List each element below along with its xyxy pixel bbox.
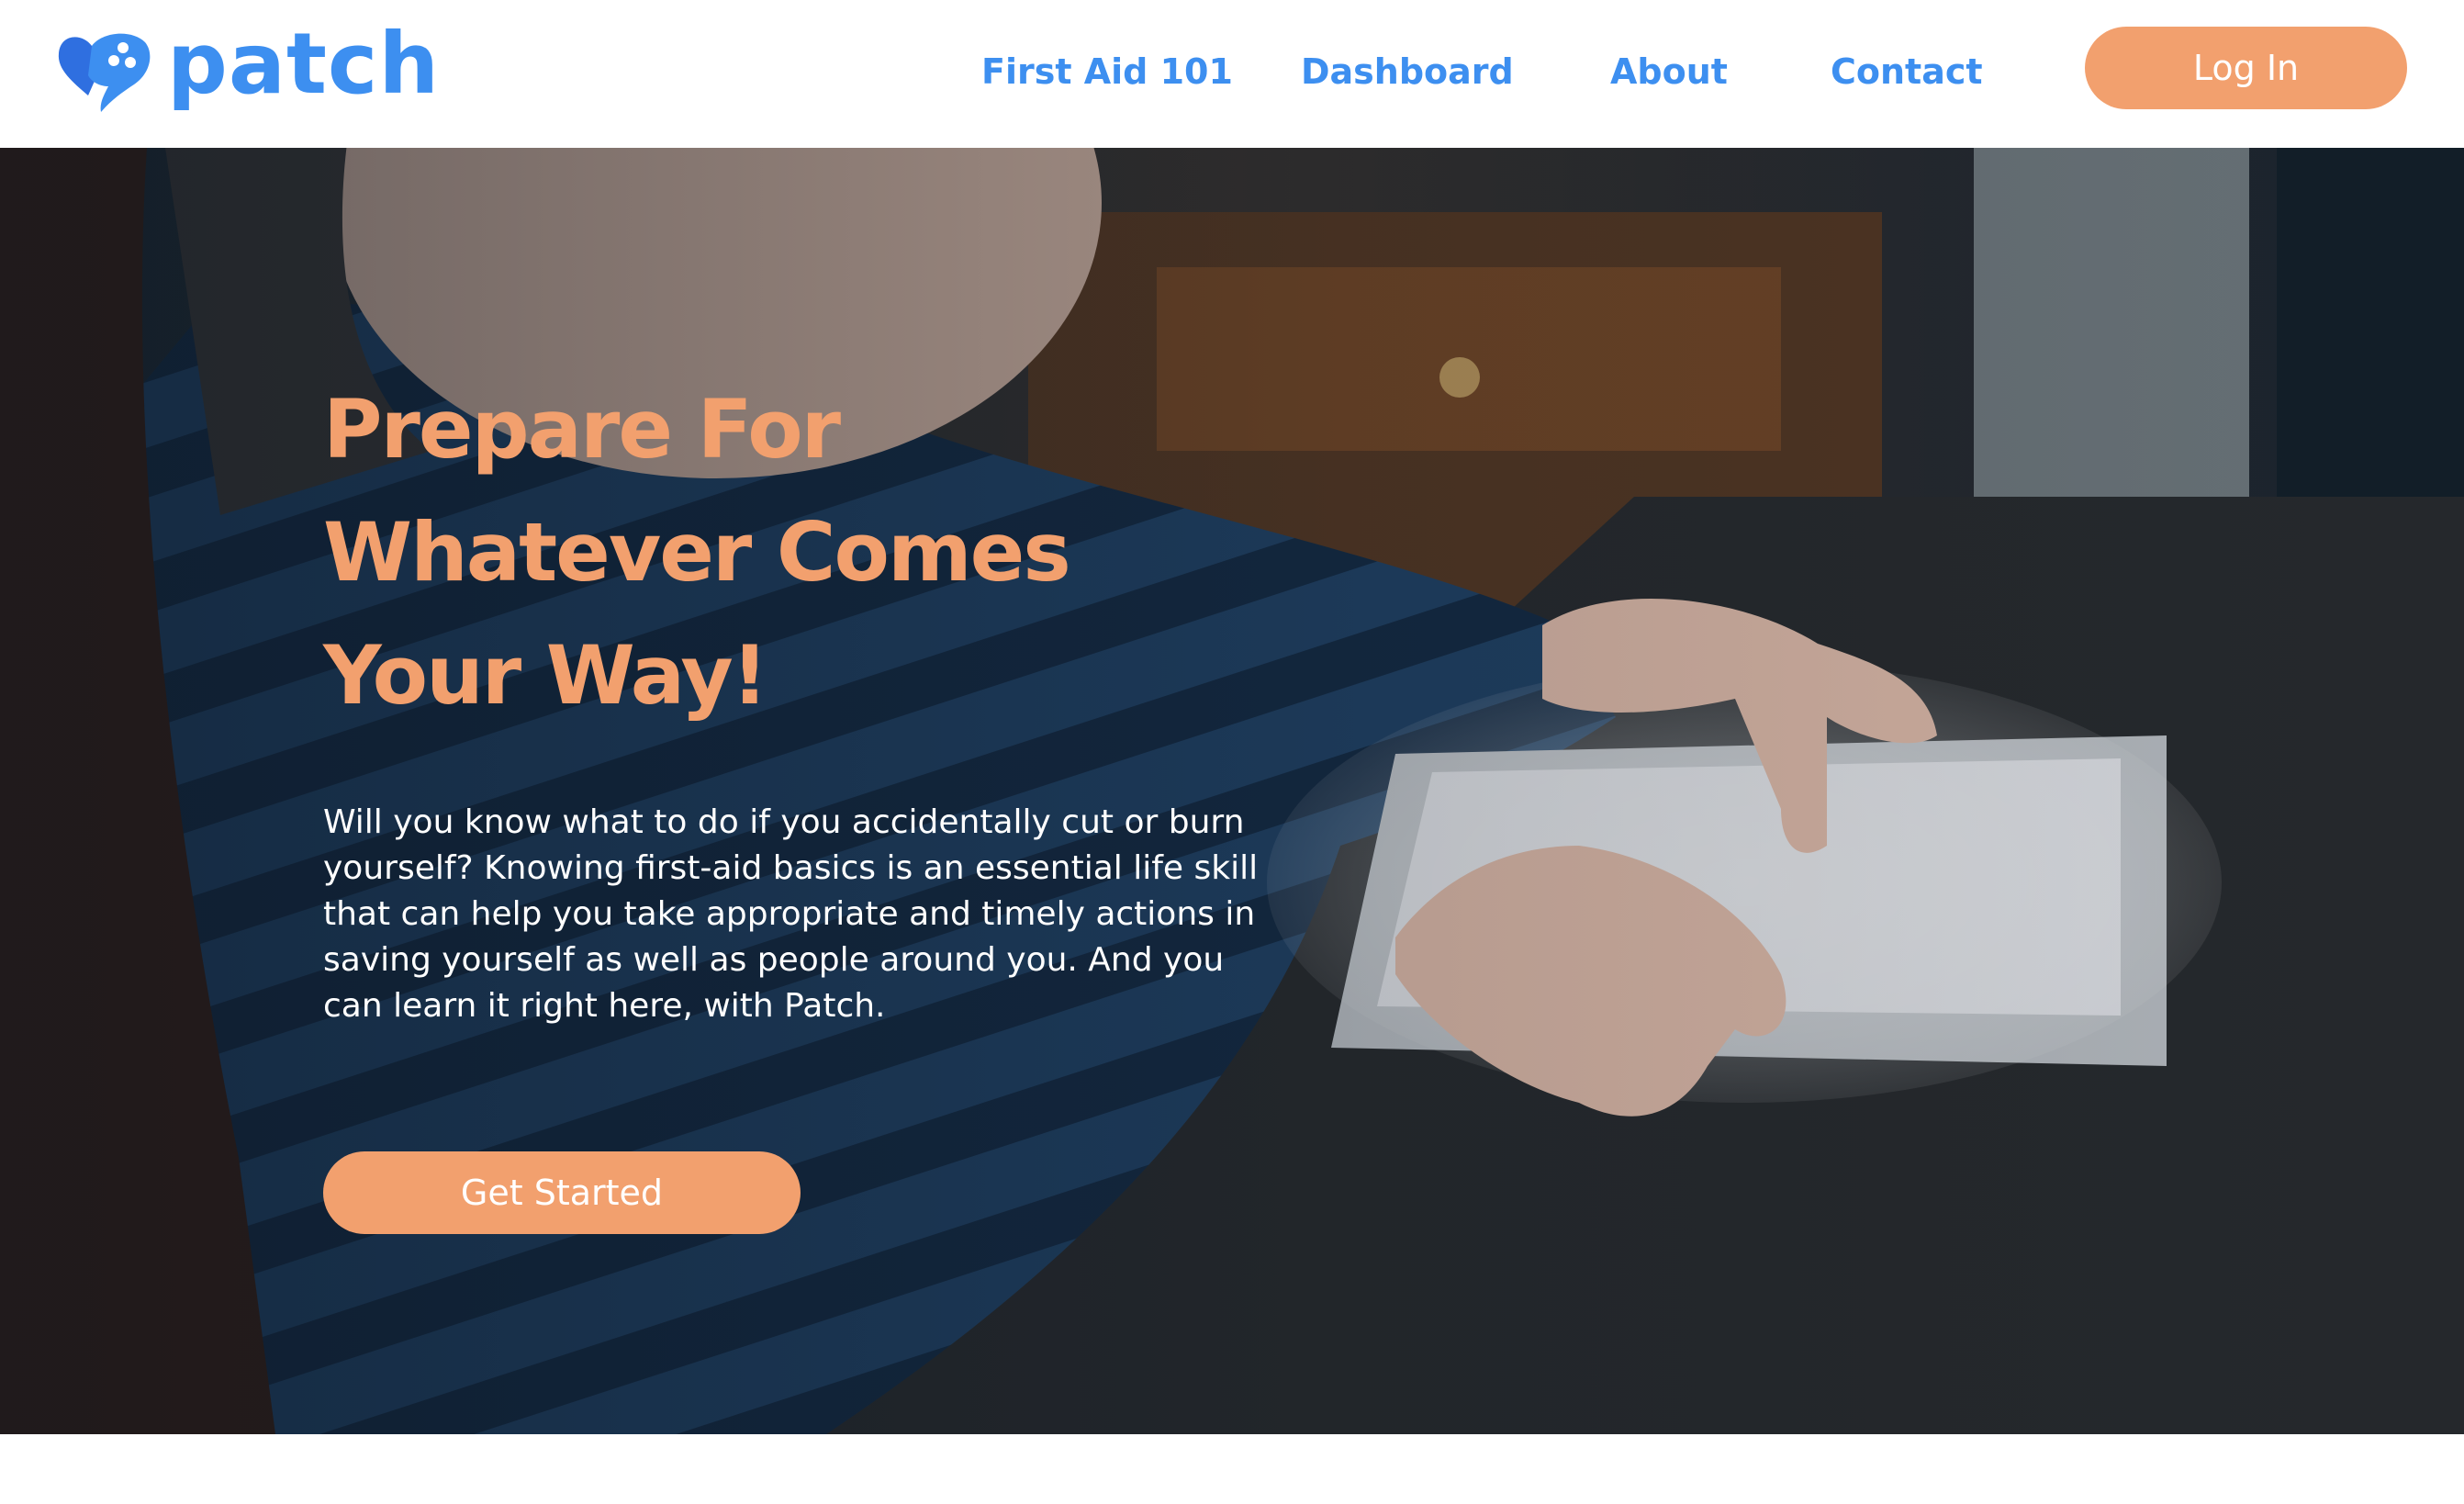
brand-name: patch	[167, 15, 440, 113]
hero-description: Will you know what to do if you accident…	[323, 803, 1259, 1025]
hero-background-image	[0, 148, 2464, 1434]
nav-first-aid-101[interactable]: First Aid 101	[981, 48, 1233, 95]
hero-headline-line-3: Your Way!	[323, 628, 768, 723]
get-started-button[interactable]: Get Started	[323, 1151, 801, 1234]
hero-headline: Prepare For Whatever Comes Your Way!	[323, 368, 1241, 737]
nav-contact[interactable]: Contact	[1831, 48, 1983, 95]
site-header: patch First Aid 101 Dashboard About Cont…	[0, 0, 2464, 148]
heart-bandage-icon	[58, 33, 151, 112]
hero-section: Prepare For Whatever Comes Your Way! Wil…	[0, 148, 2464, 1434]
login-button[interactable]: Log In	[2085, 27, 2407, 109]
logo[interactable]: patch	[55, 15, 440, 116]
nav-about[interactable]: About	[1610, 48, 1728, 95]
nav-dashboard[interactable]: Dashboard	[1301, 48, 1514, 95]
hero-headline-line-2: Whatever Comes	[323, 505, 1071, 600]
hero-headline-line-1: Prepare For	[323, 382, 841, 477]
